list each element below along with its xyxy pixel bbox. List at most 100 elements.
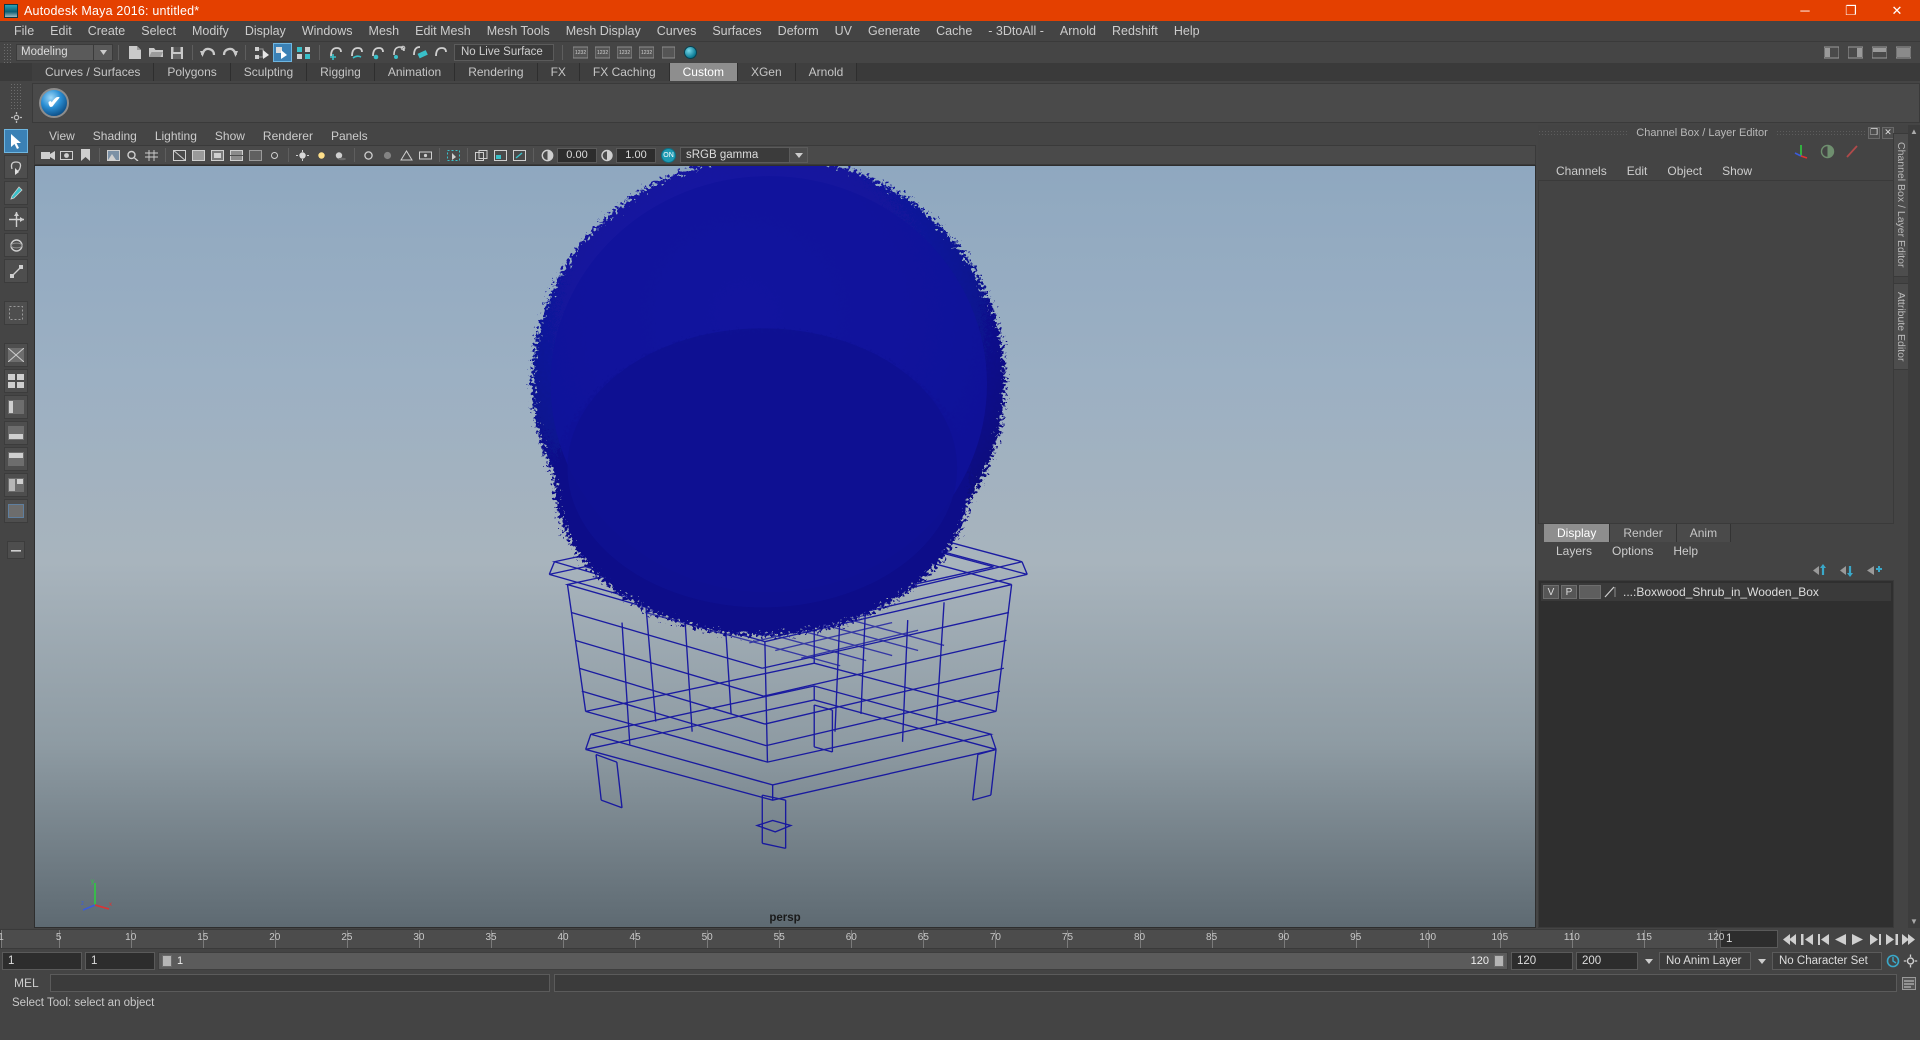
layer-tab-render[interactable]: Render — [1610, 524, 1677, 542]
create-new-layer-icon[interactable] — [1867, 564, 1884, 577]
hypershade-icon[interactable]: 1232 — [593, 43, 612, 62]
viewport-menu-view[interactable]: View — [40, 129, 84, 143]
open-scene-icon[interactable] — [146, 43, 165, 62]
render-view-icon[interactable]: 1232 — [615, 43, 634, 62]
redo-icon[interactable] — [220, 43, 239, 62]
shelf-tab-rendering[interactable]: Rendering — [455, 63, 538, 81]
channel-menu-show[interactable]: Show — [1712, 164, 1762, 178]
layout-relationship-editor-icon[interactable] — [4, 499, 28, 523]
layout-more-icon[interactable] — [7, 541, 25, 559]
menu-3dtoall[interactable]: - 3DtoAll - — [980, 21, 1052, 41]
isolate-select-icon[interactable] — [445, 147, 462, 164]
menu-edit-mesh[interactable]: Edit Mesh — [407, 21, 479, 41]
xray-icon[interactable] — [247, 147, 264, 164]
range-slider-options-arrow[interactable] — [1641, 953, 1656, 969]
go-to-start-button[interactable] — [1782, 931, 1797, 947]
shelf-tab-animation[interactable]: Animation — [374, 63, 456, 81]
rotate-tool-icon[interactable] — [4, 233, 28, 257]
manipulator-icon[interactable] — [1794, 143, 1810, 159]
shelf-tab-curves-surfaces[interactable]: Curves / Surfaces — [32, 63, 155, 81]
move-layer-up-icon[interactable] — [1813, 563, 1830, 577]
screen-space-ao-icon[interactable] — [360, 147, 377, 164]
multisample-aa-icon[interactable] — [398, 147, 415, 164]
ipr-render-icon[interactable]: 1232 — [637, 43, 656, 62]
layer-color-swatch[interactable] — [1579, 585, 1601, 599]
shelf-tab-polygons[interactable]: Polygons — [154, 63, 231, 81]
layer-playback-toggle[interactable]: P — [1561, 585, 1577, 599]
toggle-panel-b-icon[interactable] — [492, 147, 509, 164]
layer-menu-layers[interactable]: Layers — [1546, 544, 1602, 558]
range-start-field[interactable]: 1 — [85, 952, 155, 970]
snap-to-projected-center-icon[interactable] — [389, 43, 408, 62]
toggle-panel-a-icon[interactable] — [473, 147, 490, 164]
shelf-tab-rigging[interactable]: Rigging — [307, 63, 375, 81]
undo-icon[interactable] — [199, 43, 218, 62]
show-hide-modeling-toolkit-icon[interactable] — [1822, 43, 1841, 62]
character-set-select[interactable]: No Character Set — [1772, 952, 1882, 970]
menu-create[interactable]: Create — [80, 21, 134, 41]
auto-keyframe-icon[interactable] — [1885, 953, 1900, 969]
gamma-icon[interactable] — [598, 147, 615, 164]
animation-preferences-icon[interactable] — [1903, 953, 1918, 969]
layer-menu-help[interactable]: Help — [1663, 544, 1708, 558]
close-button[interactable]: ✕ — [1874, 0, 1920, 21]
move-layer-down-icon[interactable] — [1840, 564, 1857, 577]
range-slider[interactable]: 1 120 — [158, 952, 1508, 970]
shadows-icon[interactable] — [332, 147, 349, 164]
wireframe-shading-icon[interactable] — [171, 147, 188, 164]
exposure-icon[interactable] — [539, 147, 556, 164]
shelf-options-gear-icon[interactable] — [10, 112, 22, 123]
menu-select[interactable]: Select — [133, 21, 184, 41]
exposure-field[interactable]: 0.00 — [557, 147, 597, 163]
move-tool-icon[interactable] — [4, 207, 28, 231]
viewport-menu-shading[interactable]: Shading — [84, 129, 146, 143]
menu-mesh-tools[interactable]: Mesh Tools — [479, 21, 558, 41]
menu-set-selector[interactable]: Modeling — [16, 44, 94, 61]
view-transform-select[interactable]: sRGB gamma — [680, 147, 790, 163]
layout-persp-graph-icon[interactable] — [4, 421, 28, 445]
time-slider[interactable]: 1 5 10 15 20 25 30 35 40 45 50 55 60 65 70 75 80 85 90 95 10… — [0, 929, 1724, 949]
diagonal-arrow-icon[interactable] — [1845, 144, 1860, 159]
menu-curves[interactable]: Curves — [649, 21, 705, 41]
two-d-pan-zoom-icon[interactable] — [124, 147, 141, 164]
viewport-menu-show[interactable]: Show — [206, 129, 254, 143]
range-end-handle[interactable] — [1494, 955, 1504, 967]
layout-single-perspective-icon[interactable] — [4, 343, 28, 367]
toggle-panel-c-icon[interactable] — [511, 147, 528, 164]
viewport-menu-panels[interactable]: Panels — [322, 129, 377, 143]
step-forward-key-button[interactable] — [1884, 931, 1899, 947]
shelf-tab-fx-caching[interactable]: FX Caching — [579, 63, 670, 81]
smooth-shade-selected-icon[interactable] — [209, 147, 226, 164]
select-by-hierarchy-icon[interactable] — [252, 43, 271, 62]
scale-tool-icon[interactable] — [4, 259, 28, 283]
panel-drag-grip-left[interactable] — [1538, 130, 1629, 135]
select-tool-icon[interactable] — [4, 129, 28, 153]
last-tool-icon[interactable] — [4, 301, 28, 325]
display-layer-list[interactable]: V P ...:Boxwood_Shrub_in_Wooden_Box — [1538, 580, 1894, 928]
layer-tab-anim[interactable]: Anim — [1676, 524, 1732, 542]
shelf-tab-xgen[interactable]: XGen — [737, 63, 796, 81]
lighting-all-icon[interactable] — [313, 147, 330, 164]
select-by-object-icon[interactable] — [273, 43, 292, 62]
command-response-field[interactable] — [554, 974, 1897, 992]
step-forward-frame-button[interactable] — [1867, 931, 1882, 947]
camera-attributes-icon[interactable] — [58, 147, 75, 164]
step-back-key-button[interactable] — [1799, 931, 1814, 947]
shelf-tab-custom[interactable]: Custom — [669, 63, 738, 81]
checkmark-shelf-button[interactable]: ✔ — [39, 88, 69, 118]
step-back-frame-button[interactable] — [1816, 931, 1831, 947]
menu-set-dropdown-arrow[interactable] — [94, 44, 113, 61]
range-start-handle[interactable] — [162, 955, 172, 967]
anim-start-field[interactable]: 1 — [2, 952, 82, 970]
menu-surfaces[interactable]: Surfaces — [704, 21, 769, 41]
half-circle-icon[interactable] — [1820, 144, 1835, 159]
layer-visibility-toggle[interactable]: V — [1543, 585, 1559, 599]
display-layer-row[interactable]: V P ...:Boxwood_Shrub_in_Wooden_Box — [1541, 583, 1891, 601]
panel-drag-grip-right[interactable] — [1775, 130, 1866, 135]
layer-tab-display[interactable]: Display — [1544, 524, 1611, 542]
render-globals-icon[interactable] — [681, 43, 700, 62]
menu-uv[interactable]: UV — [827, 21, 860, 41]
maximize-button[interactable]: ❐ — [1828, 0, 1874, 21]
viewport-menu-lighting[interactable]: Lighting — [146, 129, 206, 143]
lighting-default-icon[interactable] — [294, 147, 311, 164]
